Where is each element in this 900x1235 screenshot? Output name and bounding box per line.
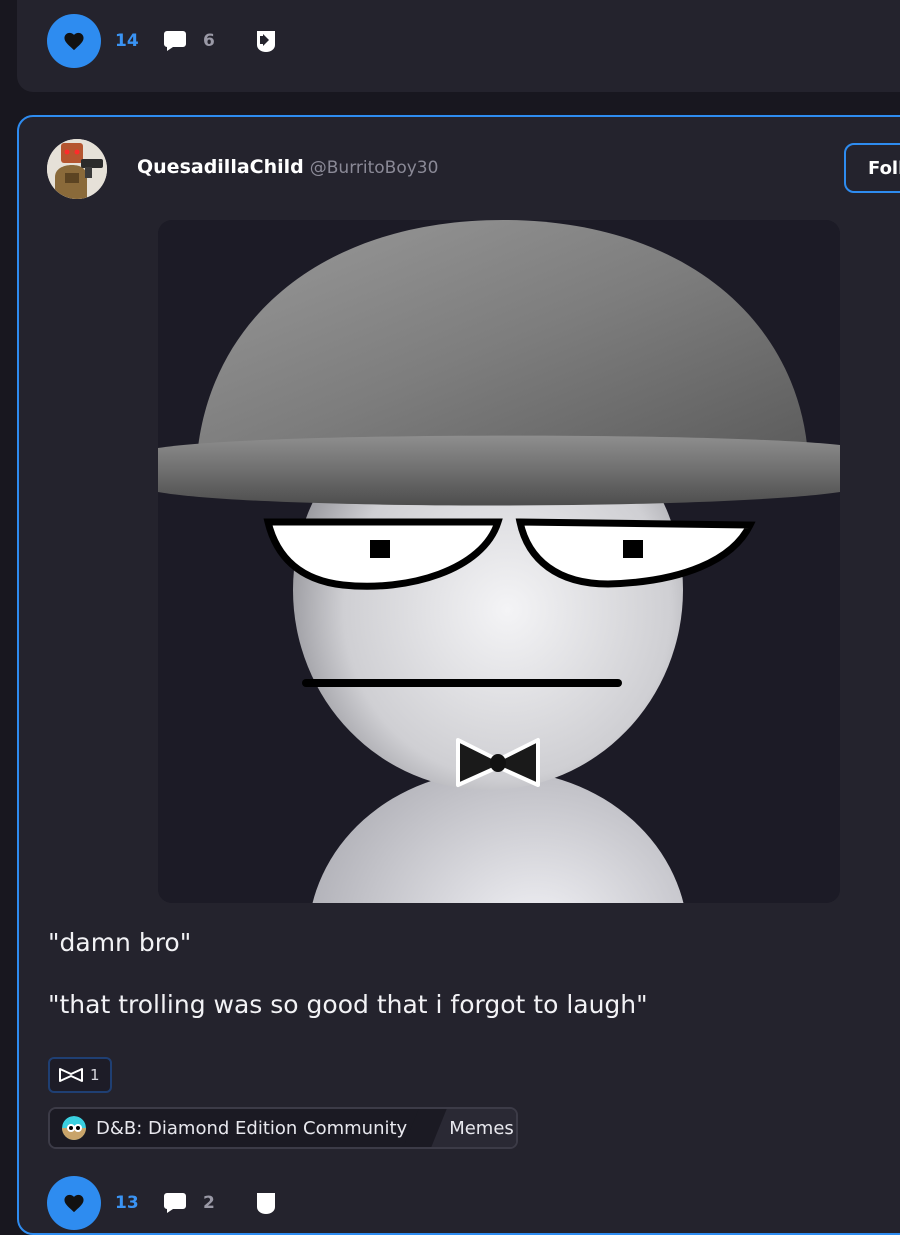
heart-icon: [64, 32, 84, 51]
share-icon: [257, 1193, 275, 1214]
comment-button[interactable]: [163, 1191, 187, 1215]
like-count: 13: [115, 1193, 139, 1213]
community-name: D&B: Diamond Edition Community: [96, 1117, 408, 1139]
community-icon: [62, 1116, 86, 1140]
share-button[interactable]: [253, 28, 279, 54]
share-icon: [257, 31, 275, 52]
post-actions: 13 2: [47, 1176, 279, 1230]
meme-image: [158, 220, 840, 903]
comment-count: 6: [203, 31, 215, 51]
like-button[interactable]: [47, 1176, 101, 1230]
post-author: QuesadillaChild @BurritoBoy30: [137, 156, 438, 182]
previous-post-actions: 14 6: [47, 14, 279, 68]
follow-button[interactable]: Foll: [844, 143, 900, 193]
share-button[interactable]: [253, 1190, 279, 1216]
community-link[interactable]: D&B: Diamond Edition Community: [50, 1109, 426, 1147]
comment-count: 2: [203, 1193, 215, 1213]
comment-button[interactable]: [163, 29, 187, 53]
comment-icon: [164, 31, 186, 51]
post-image[interactable]: [158, 220, 840, 903]
reaction-count: 1: [90, 1066, 100, 1084]
author-handle[interactable]: @BurritoBoy30: [310, 158, 439, 178]
post-text-line: "damn bro": [48, 928, 192, 957]
author-avatar[interactable]: [47, 139, 107, 199]
heart-icon: [64, 1194, 84, 1213]
post-text-line: "that trolling was so good that i forgot…: [48, 990, 648, 1019]
avatar-image: [47, 139, 107, 199]
bowtie-icon: [59, 1068, 83, 1082]
reaction-button[interactable]: 1: [48, 1057, 112, 1093]
author-display-name[interactable]: QuesadillaChild: [137, 156, 304, 178]
follow-button-label: Foll: [868, 157, 900, 179]
community-tag[interactable]: D&B: Diamond Edition Community Memes: [48, 1107, 518, 1149]
category-name: Memes: [449, 1117, 514, 1139]
like-button[interactable]: [47, 14, 101, 68]
comment-icon: [164, 1193, 186, 1213]
like-count: 14: [115, 31, 139, 51]
